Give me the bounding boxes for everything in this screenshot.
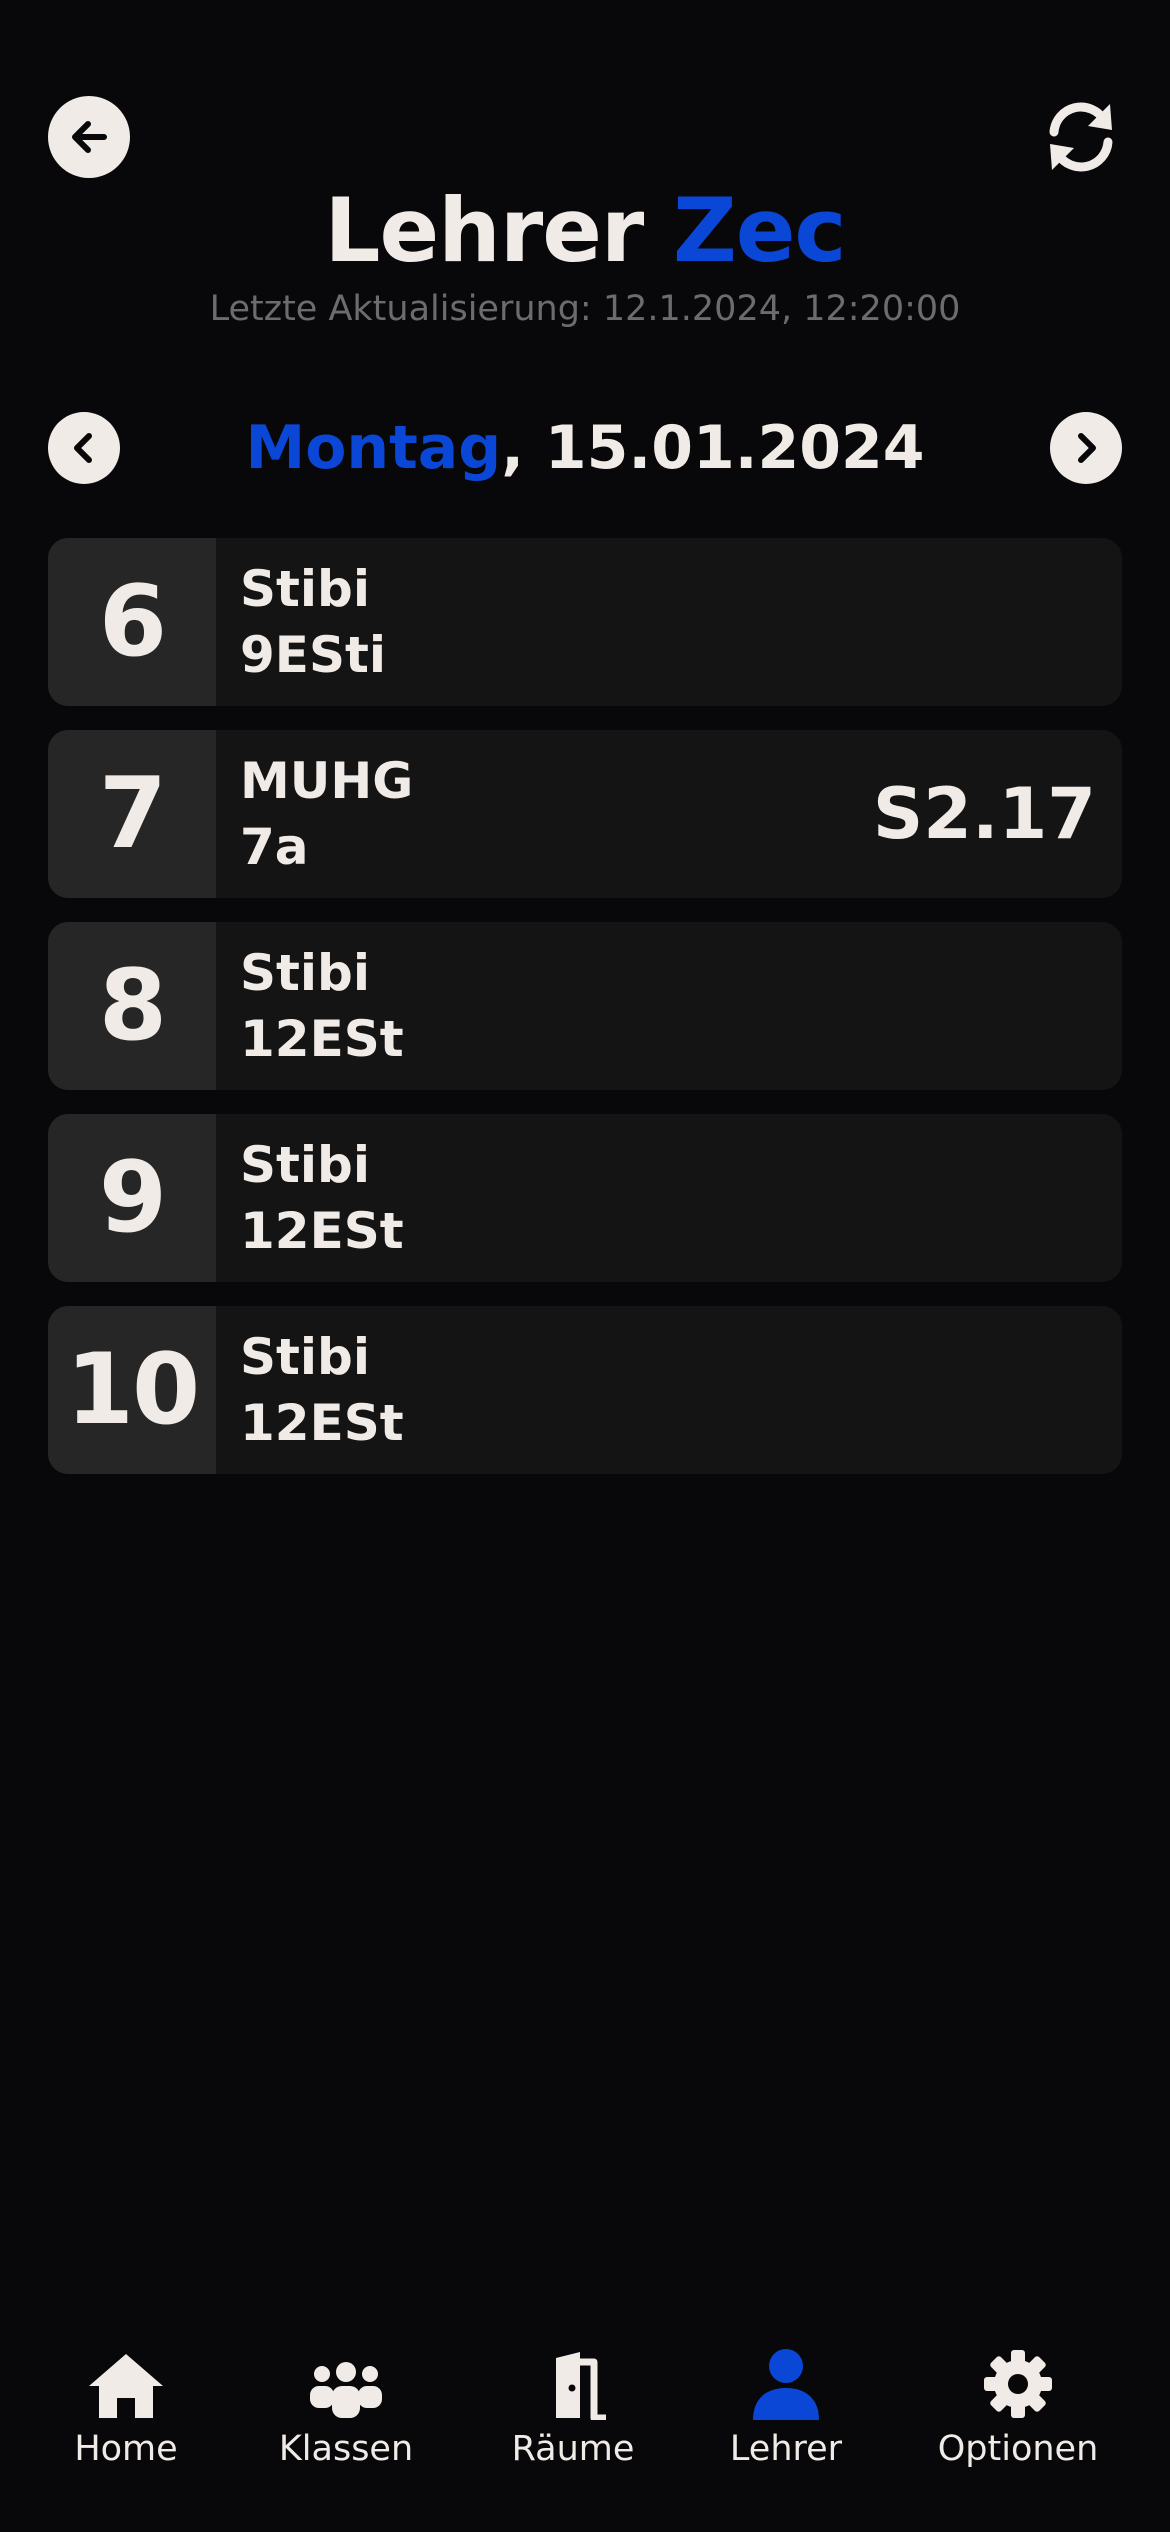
nav-item-lehrer[interactable]: Lehrer: [676, 2340, 896, 2474]
lesson-info: Stibi 9ESti: [216, 556, 1096, 688]
nav-item-optionen[interactable]: Optionen: [908, 2340, 1128, 2474]
date-heading: Montag, 15.01.2024: [0, 410, 1170, 486]
gear-icon: [984, 2350, 1052, 2418]
nav-item-raeume[interactable]: Räume: [463, 2340, 683, 2474]
nav-label: Optionen: [937, 2429, 1099, 2469]
lesson-room: S2.17: [872, 773, 1096, 855]
bottom-nav: Home Klassen Räume Lehrer Optionen: [0, 2340, 1170, 2500]
next-day-button[interactable]: [1050, 412, 1122, 484]
lesson-info: Stibi 12ESt: [216, 1324, 1096, 1456]
weekday: Montag: [245, 413, 502, 483]
nav-label: Home: [74, 2429, 178, 2469]
nav-label: Räume: [511, 2429, 635, 2469]
lesson-period: 10: [48, 1306, 216, 1474]
lesson-card[interactable]: 7 MUHG 7a S2.17: [48, 730, 1122, 898]
lesson-group: 7a: [240, 818, 309, 876]
lesson-info: Stibi 12ESt: [216, 940, 1096, 1072]
lesson-subject: MUHG: [240, 752, 414, 810]
back-button[interactable]: [48, 96, 130, 178]
teacher-name: Zec: [672, 179, 847, 282]
lesson-card[interactable]: 6 Stibi 9ESti: [48, 538, 1122, 706]
lesson-subject: Stibi: [240, 560, 370, 618]
refresh-button[interactable]: [1040, 96, 1122, 178]
nav-label: Klassen: [278, 2429, 414, 2469]
nav-item-klassen[interactable]: Klassen: [236, 2340, 456, 2474]
last-update-text: Letzte Aktualisierung: 12.1.2024, 12:20:…: [209, 289, 961, 329]
lesson-period: 8: [48, 922, 216, 1090]
lesson-period: 6: [48, 538, 216, 706]
nav-label: Lehrer: [729, 2429, 843, 2469]
lesson-period: 9: [48, 1114, 216, 1282]
nav-item-home[interactable]: Home: [16, 2340, 236, 2474]
lesson-card[interactable]: 9 Stibi 12ESt: [48, 1114, 1122, 1282]
users-icon: [310, 2362, 382, 2418]
lesson-subject: Stibi: [240, 1328, 370, 1386]
arrow-left-icon: [72, 121, 107, 153]
title-prefix: Lehrer: [324, 179, 673, 282]
refresh-icon: [1049, 102, 1113, 172]
lesson-group: 12ESt: [240, 1394, 404, 1452]
lesson-group: 9ESti: [240, 626, 386, 684]
lesson-group: 12ESt: [240, 1202, 404, 1260]
lesson-subject: Stibi: [240, 944, 370, 1002]
home-icon: [89, 2354, 163, 2418]
lesson-subject: Stibi: [240, 1136, 370, 1194]
chevron-right-icon: [1078, 433, 1096, 463]
lesson-card[interactable]: 8 Stibi 12ESt: [48, 922, 1122, 1090]
lesson-group: 12ESt: [240, 1010, 404, 1068]
lesson-info: MUHG 7a: [216, 748, 873, 880]
lesson-info: Stibi 12ESt: [216, 1132, 1096, 1264]
date: , 15.01.2024: [501, 413, 925, 483]
lesson-period: 7: [48, 730, 216, 898]
page-title: Lehrer Zec: [0, 176, 1170, 286]
lesson-card[interactable]: 10 Stibi 12ESt: [48, 1306, 1122, 1474]
user-icon: [753, 2349, 819, 2420]
door-icon: [542, 2352, 606, 2420]
